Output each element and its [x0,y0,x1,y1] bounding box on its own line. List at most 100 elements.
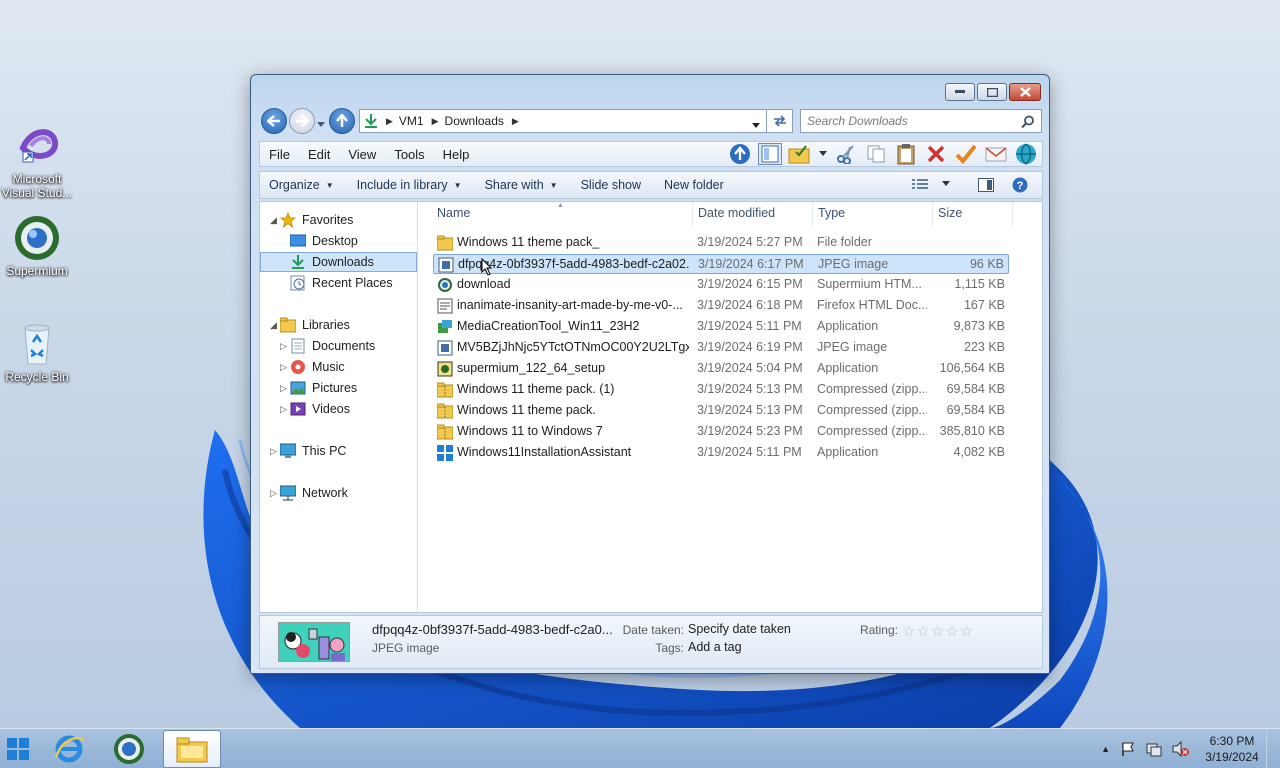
expand-arrow-icon[interactable]: ▷ [280,383,287,394]
file-row[interactable]: MV5BZjJhNjc5YTctOTNmOC00Y2U2LTgx... 3/19/… [433,338,1009,358]
nav-pictures[interactable]: Pictures [290,378,357,398]
recent-pages-dropdown[interactable] [317,117,325,127]
action-center-flag-icon[interactable] [1120,741,1136,757]
nav-downloads[interactable]: Downloads [260,252,417,272]
help-button[interactable]: ? [1012,177,1028,196]
slide-show-button[interactable]: Slide show [572,178,649,192]
column-divider[interactable] [812,202,813,226]
expand-arrow-icon[interactable]: ▷ [280,362,287,373]
file-size: 69,584 KB [946,382,1005,396]
select-folder-button[interactable] [788,143,812,165]
address-history-dropdown[interactable] [752,118,760,132]
tags-field[interactable]: Add a tag [688,640,742,654]
share-with-button[interactable]: Share with ▼ [476,178,566,192]
show-hidden-icons-button[interactable]: ▲ [1101,744,1110,754]
menu-edit[interactable]: Edit [299,147,339,162]
search-box[interactable] [800,109,1042,133]
nav-libraries[interactable]: Libraries [279,315,350,335]
folders-pane-button[interactable] [758,143,782,165]
taskbar-supermium[interactable] [100,729,158,768]
up-button[interactable] [329,108,355,134]
column-divider[interactable] [692,202,693,226]
back-button[interactable] [261,108,287,134]
chevron-down-icon [942,181,950,186]
desktop-icon-recycle-bin[interactable]: Recycle Bin [0,320,74,384]
date-taken-field[interactable]: Specify date taken [688,622,791,636]
breadcrumb-vm1[interactable]: VM1 [399,114,424,128]
menu-view[interactable]: View [339,147,385,162]
copy-button[interactable] [864,143,888,165]
file-size: 4,082 KB [953,445,1005,459]
nav-this-pc[interactable]: This PC [279,441,346,461]
nav-recent-places[interactable]: Recent Places [290,273,393,293]
taskbar-file-explorer[interactable] [163,730,221,768]
close-button[interactable] [1009,83,1041,101]
new-folder-button[interactable]: New folder [655,178,732,192]
file-row[interactable]: Windows 11 to Windows 7 3/19/2024 5:23 PM… [433,422,1009,442]
column-divider[interactable] [1012,202,1013,226]
forward-button[interactable] [289,108,315,134]
maximize-button[interactable] [977,83,1007,101]
network-status-icon[interactable] [1146,741,1162,757]
back-arrow-icon [267,115,280,127]
menu-help[interactable]: Help [434,147,479,162]
collapse-arrow-icon[interactable]: ◢ [270,320,277,331]
nav-network[interactable]: Network [279,483,348,503]
breadcrumb-downloads[interactable]: Downloads [445,114,504,128]
cut-button[interactable] [834,143,858,165]
start-button[interactable] [0,729,36,768]
search-input[interactable] [807,114,1017,128]
nav-favorites[interactable]: Favorites [279,210,353,230]
paste-button[interactable] [894,143,918,165]
change-view-button[interactable] [912,178,950,190]
include-in-library-button[interactable]: Include in library ▼ [348,178,470,192]
file-row[interactable]: supermium_122_64_setup 3/19/2024 5:04 PM A… [433,359,1009,379]
network-globe-button[interactable] [1014,143,1038,165]
expand-arrow-icon[interactable]: ▷ [270,446,277,457]
file-row[interactable]: Windows 11 theme pack. (1) 3/19/2024 5:13… [433,380,1009,400]
menu-file[interactable]: File [260,147,299,162]
file-name: Windows 11 theme pack. (1) [457,382,615,396]
column-header-type[interactable]: Type [818,206,930,226]
menu-tools[interactable]: Tools [385,147,433,162]
email-button[interactable] [984,143,1008,165]
column-header-size[interactable]: Size [938,206,1010,226]
nav-documents[interactable]: Documents [290,336,375,356]
expand-arrow-icon[interactable]: ▷ [270,488,277,499]
file-row[interactable]: MediaCreationTool_Win11_23H2 3/19/2024 5:… [433,317,1009,337]
column-header-date[interactable]: Date modified [698,206,810,226]
desktop-icon-visual-studio[interactable]: Microsoft Visual Stud... [0,122,74,200]
file-row[interactable]: Windows11InstallationAssistant 3/19/2024 … [433,443,1009,463]
desktop-icon-supermium[interactable]: Supermium [0,214,74,278]
delete-button[interactable] [924,143,948,165]
taskbar-internet-explorer[interactable] [40,729,98,768]
view-dropdown[interactable] [818,143,828,165]
column-header-name[interactable]: Name [437,206,689,226]
file-row[interactable]: dfpqq4z-0bf3937f-5add-4983-bedf-c2a02...… [433,254,1009,274]
expand-arrow-icon[interactable]: ▷ [280,404,287,415]
nav-desktop[interactable]: Desktop [289,231,358,251]
column-divider[interactable] [932,202,933,226]
file-row[interactable]: Windows 11 theme pack. 3/19/2024 5:13 PM C… [433,401,1009,421]
collapse-arrow-icon[interactable]: ◢ [270,215,277,226]
refresh-button[interactable] [767,109,793,133]
organize-button[interactable]: Organize ▼ [260,178,342,192]
visual-studio-icon [13,122,61,170]
preview-pane-button[interactable] [978,178,994,195]
properties-button[interactable] [954,143,978,165]
file-row[interactable]: inanimate-insanity-art-made-by-me-v0-...… [433,296,1009,316]
show-desktop-button[interactable] [1266,729,1280,768]
minimize-button[interactable] [945,83,975,101]
file-row[interactable]: download 3/19/2024 6:15 PM Supermium HTM..… [433,275,1009,295]
address-bar[interactable]: ▶ VM1 ▶ Downloads ▶ [359,109,767,133]
expand-arrow-icon[interactable]: ▷ [280,341,287,352]
paste-icon [897,144,915,165]
nav-videos[interactable]: Videos [290,399,350,419]
search-icon[interactable] [1021,115,1035,129]
volume-muted-icon[interactable] [1172,741,1190,757]
up-folder-button[interactable] [728,143,752,165]
rating-stars[interactable]: ☆☆☆☆☆ [902,622,974,640]
nav-music[interactable]: Music [290,357,345,377]
clock[interactable]: 6:30 PM 3/19/2024 [1202,733,1262,765]
file-row[interactable]: Windows 11 theme pack_ 3/19/2024 5:27 PM F… [433,233,1009,253]
